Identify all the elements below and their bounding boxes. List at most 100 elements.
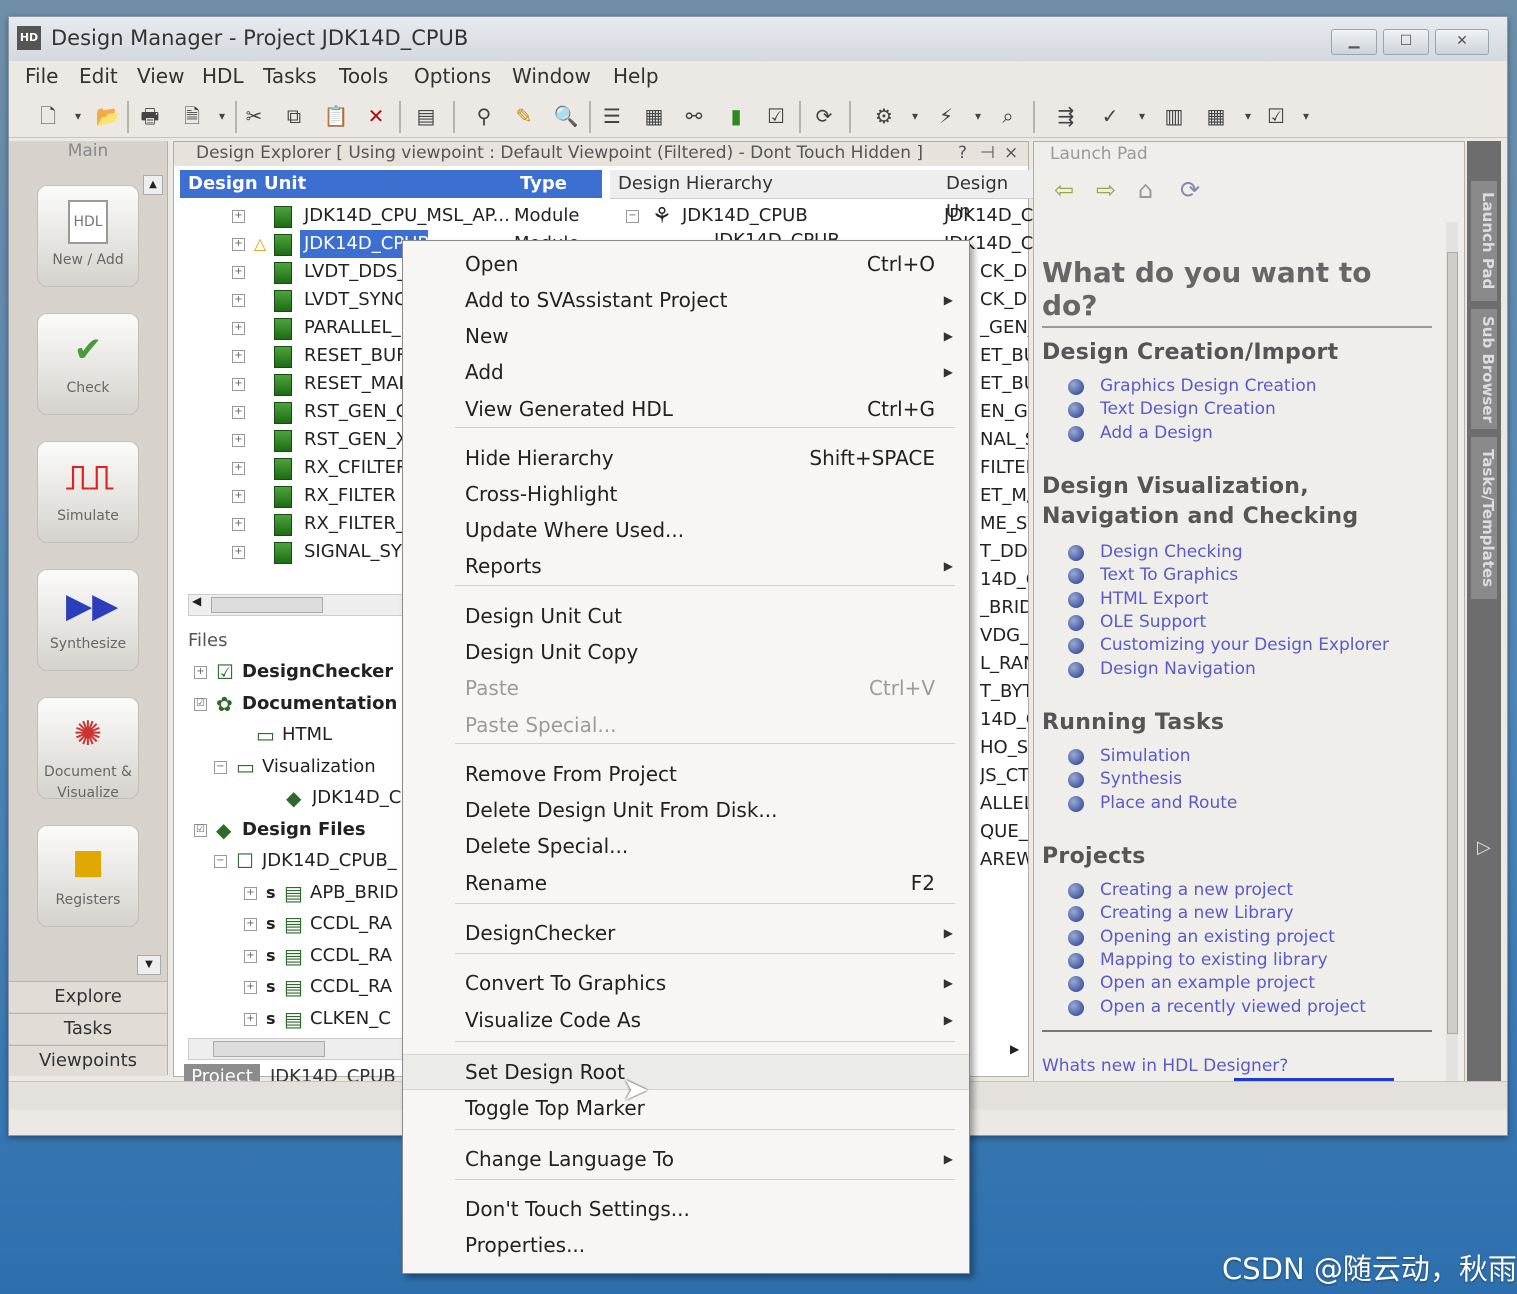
launch-link[interactable]: Synthesis [1100,769,1182,789]
menu-item-rename[interactable]: Rename F2 [403,866,969,900]
block-diagram-icon[interactable]: ▦ [641,103,667,129]
expand-icon[interactable]: + [244,1012,257,1026]
open-folder-icon[interactable]: 📂 [95,103,121,129]
menu-tasks[interactable]: Tasks [263,64,317,88]
menu-item-cross-highlight[interactable]: Cross-Highlight [403,477,969,511]
menu-item-add[interactable]: Add ▶ [403,355,969,389]
menu-item-view-generated-hdl[interactable]: View Generated HDL Ctrl+G [403,392,969,426]
file-tree-item[interactable]: CLKEN_C [310,1005,391,1033]
menu-item-designchecker[interactable]: DesignChecker ▶ [403,916,969,950]
nav-viewpoints[interactable]: Viewpoints [9,1045,167,1076]
expand-icon[interactable]: − [214,855,227,868]
menu-item-paste[interactable]: Paste Ctrl+V [403,671,969,705]
hierarchy-root[interactable]: JDK14D_CPUB [682,202,808,230]
expand-icon[interactable]: + [232,350,245,363]
dropdown-arrow-icon[interactable]: ▾ [65,103,91,129]
menu-file[interactable]: File [25,64,58,88]
launch-link[interactable]: Text Design Creation [1100,399,1276,419]
expand-icon[interactable]: ☑ [194,823,207,837]
expand-icon[interactable]: + [232,546,245,559]
menu-item-change-language-to[interactable]: Change Language To ▶ [403,1142,969,1176]
refresh-icon[interactable]: ⟳ [811,103,837,129]
check-shortcut[interactable]: ✔ Check [37,313,139,415]
design-unit-row[interactable]: JDK14D_CPU_MSL_AP... [300,202,514,230]
expand-icon[interactable]: + [244,981,257,994]
menu-item-delete-special[interactable]: Delete Special... [403,829,969,863]
dropdown-arrow-icon[interactable]: ▾ [965,103,991,129]
menu-item-set-design-root[interactable]: Set Design Root [403,1054,969,1090]
menu-tools[interactable]: Tools [339,64,388,88]
launch-link[interactable]: Design Navigation [1100,659,1256,679]
menu-window[interactable]: Window [512,64,591,88]
menu-item-design-unit-copy[interactable]: Design Unit Copy [403,635,969,669]
checklist-icon[interactable]: ☑ [1263,103,1289,129]
file-tree-item[interactable]: Visualization [262,753,376,781]
design-unit-row[interactable]: PARALLEL_L [300,314,415,342]
scroll-down-icon[interactable]: ▼ [137,955,161,975]
file-tree-item[interactable]: DesignChecker [242,658,393,686]
menu-item-add-to-svassistant-project[interactable]: Add to SVAssistant Project ▶ [403,283,969,317]
expand-icon[interactable]: + [244,886,257,900]
launch-link[interactable]: OLE Support [1100,612,1206,632]
task-icon[interactable]: ⇶ [1053,103,1079,129]
search-icon[interactable]: ⌕ [995,103,1021,129]
file-tree-item[interactable]: HTML [282,721,332,749]
launch-link[interactable]: Creating a new Library [1100,903,1294,923]
close-icon[interactable]: ✕ [1435,29,1489,55]
expand-icon[interactable]: + [244,949,257,963]
expand-icon[interactable]: ☑ [194,697,207,711]
menu-item-new[interactable]: New ▶ [403,319,969,353]
launch-link[interactable]: Opening an existing project [1100,927,1335,947]
menu-item-toggle-top-marker[interactable]: Toggle Top Marker [403,1091,969,1125]
menu-item-properties[interactable]: Properties... [403,1228,969,1262]
launch-link[interactable]: Customizing your Design Explorer [1100,635,1389,655]
menu-view[interactable]: View [137,64,184,88]
scroll-right-icon[interactable]: ▶ [1010,1042,1019,1056]
menu-item-hide-hierarchy[interactable]: Hide Hierarchy Shift+SPACE [403,441,969,475]
properties-icon[interactable]: ▤ [413,103,439,129]
expand-icon[interactable]: + [232,434,245,447]
files-tab[interactable]: Files [188,628,228,654]
expand-icon[interactable]: + [244,918,257,931]
dropdown-arrow-icon[interactable]: ▾ [209,103,235,129]
back-icon[interactable]: ⇦ [1054,176,1074,204]
menu-item-design-unit-cut[interactable]: Design Unit Cut [403,599,969,633]
menu-item-paste-special[interactable]: Paste Special... [403,708,969,742]
column-design-unit[interactable]: Design Unit [180,170,514,198]
launch-link[interactable]: Design Checking [1100,542,1243,562]
scroll-up-icon[interactable]: ▲ [143,175,163,195]
forward-icon[interactable]: ⇨ [1096,176,1116,204]
menu-item-visualize-code-as[interactable]: Visualize Code As ▶ [403,1003,969,1037]
expand-icon[interactable]: + [232,266,245,279]
expand-right-icon[interactable]: ▷ [1477,837,1491,858]
dropdown-arrow-icon[interactable]: ▾ [1235,103,1261,129]
file-tree-item[interactable]: JDK14D_CF [312,784,404,812]
dropdown-arrow-icon[interactable]: ▾ [902,103,928,129]
menu-item-update-where-used[interactable]: Update Where Used... [403,513,969,547]
design-unit-row[interactable]: RX_FILTER [300,482,400,510]
expand-icon[interactable]: + [232,518,245,531]
side-tab-launch-pad[interactable]: Launch Pad [1471,181,1497,301]
hierarchy-icon[interactable]: ⚲ [471,103,497,129]
launch-link[interactable]: HTML Export [1100,589,1208,609]
column-design-unit-ref[interactable]: Design Un [940,170,1034,222]
cut-icon[interactable]: ✂ [241,103,267,129]
expand-icon[interactable]: + [232,490,245,503]
launch-link[interactable]: Simulation [1100,746,1191,766]
nav-tasks[interactable]: Tasks [9,1013,167,1044]
launch-link[interactable]: Graphics Design Creation [1100,376,1317,396]
column-type[interactable]: Type [514,170,602,198]
nav-explore[interactable]: Explore [9,981,167,1012]
file-tree-item[interactable]: JDK14D_CPUB_ [262,847,397,875]
menu-options[interactable]: Options [414,64,491,88]
registers-shortcut[interactable]: ■ Registers [37,825,139,927]
menu-edit[interactable]: Edit [79,64,118,88]
dropdown-arrow-icon[interactable]: ▾ [1293,103,1319,129]
menu-item-don-t-touch-settings[interactable]: Don't Touch Settings... [403,1192,969,1226]
chip-icon[interactable]: ▮ [723,103,749,129]
whats-new-link[interactable]: Whats new in HDL Designer? [1042,1056,1288,1076]
file-tree-item[interactable]: CCDL_RA [310,973,392,1001]
binoculars-icon[interactable]: ⚯ [681,103,707,129]
menu-item-reports[interactable]: Reports ▶ [403,549,969,583]
simulate-run-icon[interactable]: ⚡ [933,103,959,129]
